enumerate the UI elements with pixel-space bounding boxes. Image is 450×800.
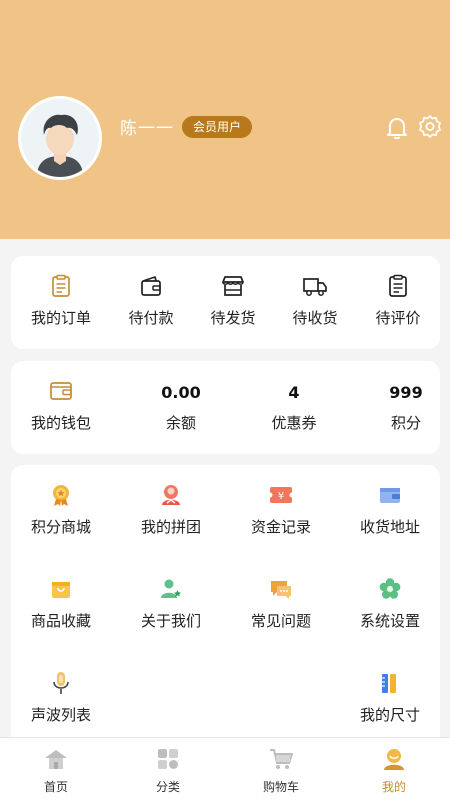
tab-label: 首页 — [43, 780, 68, 794]
tab-label: 我的 — [381, 780, 406, 794]
order-label: 我的订单 — [30, 309, 91, 327]
service-label: 我的尺寸 — [359, 706, 420, 724]
points-value: 999 — [389, 383, 423, 402]
tab-cart[interactable]: 购物车 — [225, 738, 337, 800]
service-label: 资金记录 — [250, 518, 311, 536]
group-icon — [162, 485, 180, 505]
medal-icon — [53, 485, 69, 506]
flower-gear-icon — [379, 578, 401, 599]
service-label: 声波列表 — [30, 706, 91, 724]
notes-icon — [389, 274, 407, 297]
clipboard-icon — [52, 274, 70, 297]
service-label: 商品收藏 — [30, 612, 91, 630]
avatar[interactable] — [18, 96, 102, 180]
service-points-mall[interactable]: 积分商城 — [11, 465, 111, 545]
points-label: 积分 — [390, 414, 421, 432]
tab-label: 购物车 — [262, 780, 299, 794]
coupons-label: 优惠券 — [271, 414, 317, 432]
service-favorites[interactable]: 商品收藏 — [11, 559, 111, 639]
bag-icon — [52, 582, 70, 598]
orders-card: 我的订单 待付款 待发货 待收货 待评价 — [11, 256, 440, 349]
coupons[interactable]: 4 优惠券 — [249, 361, 339, 454]
points[interactable]: 999 积分 — [361, 361, 450, 454]
service-shipping-address[interactable]: 收货地址 — [340, 465, 440, 545]
service-group-buy[interactable]: 我的拼团 — [121, 465, 221, 545]
wallet-icon — [50, 382, 72, 400]
tab-home[interactable]: 首页 — [0, 738, 112, 800]
wallet-label: 我的钱包 — [30, 414, 91, 432]
order-label: 待收货 — [292, 309, 338, 327]
services-card: 积分商城 我的拼团 ¥ 资金记录 收货地址 商品收藏 关于我们 常见问题 系统设… — [11, 465, 440, 740]
service-fund-records[interactable]: ¥ 资金记录 — [231, 465, 331, 545]
service-label: 积分商城 — [30, 518, 91, 536]
order-pending-receipt[interactable]: 待收货 — [273, 256, 357, 349]
order-all[interactable]: 我的订单 — [19, 256, 103, 349]
coupons-value: 4 — [288, 383, 300, 402]
service-label: 关于我们 — [140, 612, 201, 630]
username: 陈一一 — [120, 119, 174, 139]
store-icon — [222, 276, 244, 296]
balance-label: 余额 — [165, 414, 196, 432]
address-wallet-icon — [380, 488, 400, 503]
svg-text:¥: ¥ — [278, 491, 284, 502]
profile-icon — [384, 749, 404, 770]
microphone-icon — [53, 672, 69, 694]
category-icon — [158, 749, 178, 769]
service-faq[interactable]: 常见问题 — [231, 559, 331, 639]
order-pending-payment[interactable]: 待付款 — [109, 256, 193, 349]
chat-icon — [271, 581, 291, 599]
service-about-us[interactable]: 关于我们 — [121, 559, 221, 639]
tab-mine[interactable]: 我的 — [338, 738, 450, 800]
service-my-size[interactable]: 我的尺寸 — [340, 653, 440, 733]
cart-icon — [270, 749, 293, 769]
profile-header: 陈一一 会员用户 — [0, 0, 450, 239]
service-label: 常见问题 — [250, 612, 311, 630]
member-badge: 会员用户 — [182, 116, 253, 138]
tab-category[interactable]: 分类 — [112, 738, 224, 800]
order-label: 待评价 — [375, 309, 421, 327]
gear-icon[interactable] — [417, 114, 443, 140]
order-pending-shipment[interactable]: 待发货 — [191, 256, 275, 349]
bell-icon[interactable] — [384, 114, 410, 140]
my-wallet[interactable]: 我的钱包 — [16, 361, 106, 454]
truck-icon — [303, 278, 327, 296]
service-label: 我的拼团 — [140, 518, 201, 536]
service-label: 收货地址 — [359, 518, 420, 536]
order-label: 待付款 — [128, 309, 174, 327]
tab-label: 分类 — [155, 780, 180, 794]
order-pending-review[interactable]: 待评价 — [356, 256, 440, 349]
wallet-icon — [141, 276, 161, 296]
bottom-tab-bar: 首页 分类 购物车 我的 — [0, 737, 450, 800]
order-label: 待发货 — [210, 309, 256, 327]
ruler-icon — [382, 674, 396, 693]
service-label: 系统设置 — [359, 612, 420, 630]
balance[interactable]: 0.00 余额 — [136, 361, 226, 454]
money-ticket-icon: ¥ — [268, 487, 294, 503]
service-system-settings[interactable]: 系统设置 — [340, 559, 440, 639]
home-icon — [45, 750, 67, 769]
person-star-icon — [161, 579, 181, 598]
wallet-card: 我的钱包 0.00 余额 4 优惠券 999 积分 — [11, 361, 440, 454]
service-sound-wave-list[interactable]: 声波列表 — [11, 653, 111, 733]
balance-value: 0.00 — [161, 383, 201, 402]
